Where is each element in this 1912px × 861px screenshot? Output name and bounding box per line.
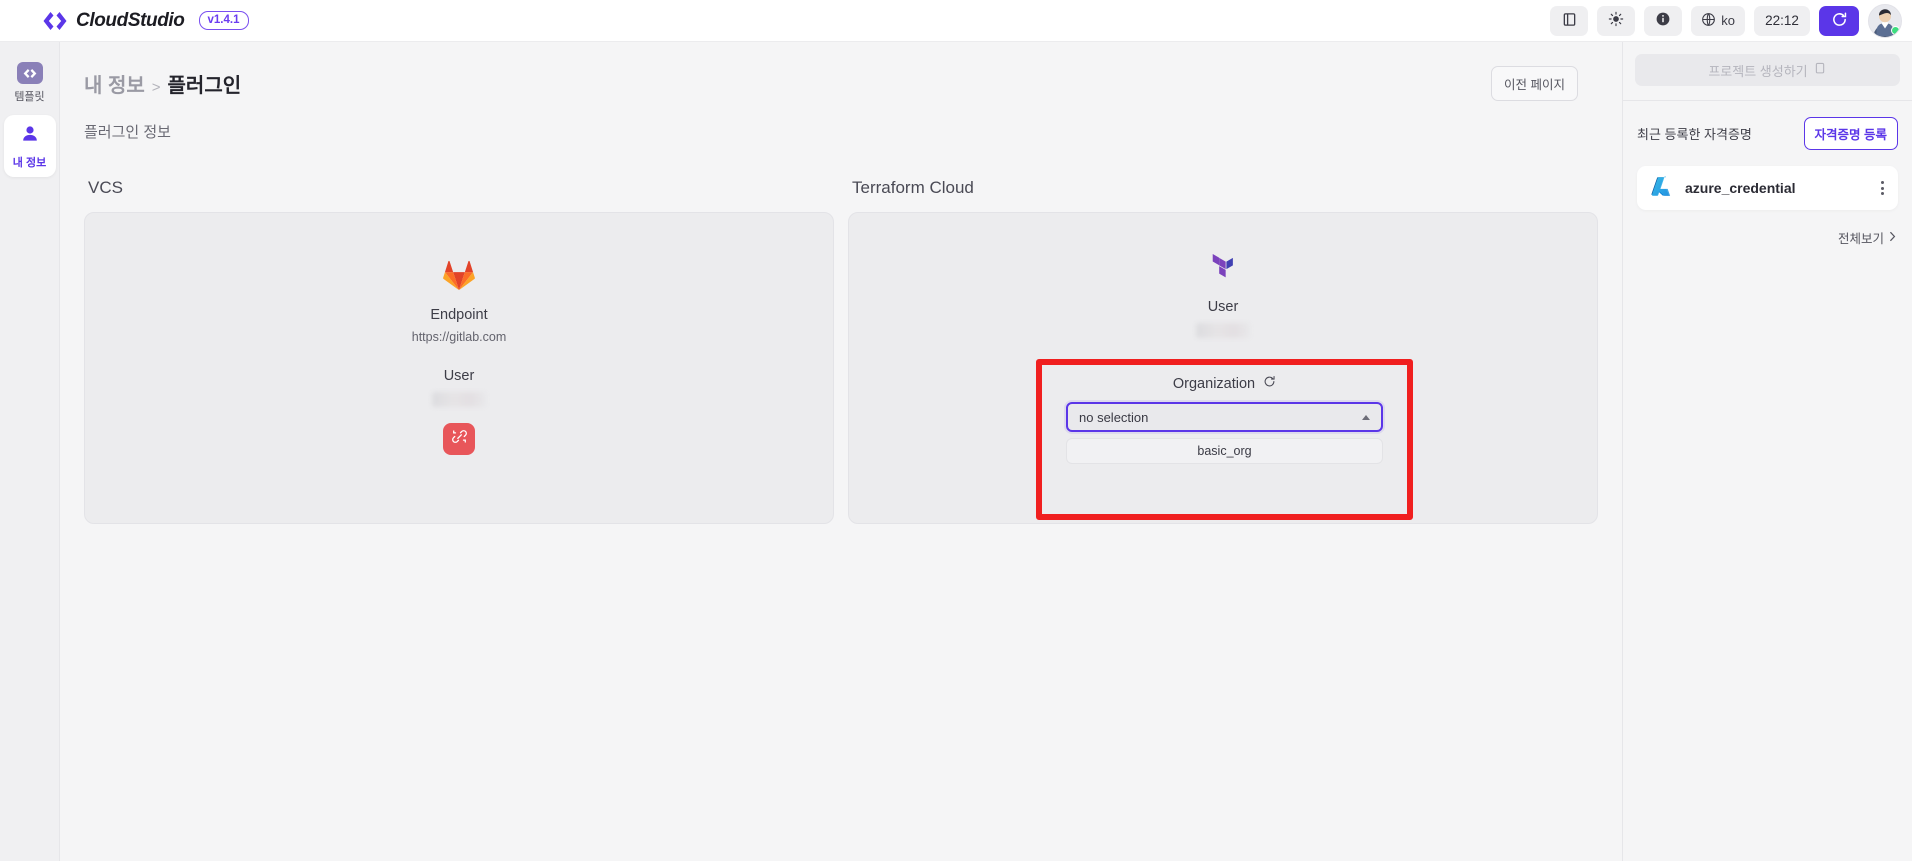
user-icon bbox=[19, 123, 41, 150]
add-credential-button[interactable]: 자격증명 등록 bbox=[1804, 117, 1898, 150]
vcs-endpoint-label: Endpoint bbox=[430, 307, 487, 323]
terraform-section-title: Terraform Cloud bbox=[848, 178, 1598, 198]
vcs-endpoint-value: https://gitlab.com bbox=[412, 330, 507, 344]
brand: CloudStudio v1.4.1 bbox=[42, 10, 249, 32]
sidebar-item-my-info[interactable]: 내 정보 bbox=[4, 115, 56, 177]
previous-page-button[interactable]: 이전 페이지 bbox=[1491, 66, 1578, 101]
breadcrumb-current: 플러그인 bbox=[168, 69, 242, 98]
organization-select-value: no selection bbox=[1079, 410, 1148, 425]
terraform-user-label: User bbox=[1208, 299, 1239, 315]
page-subtitle: 플러그인 정보 bbox=[60, 101, 1622, 142]
info-icon bbox=[1655, 11, 1671, 30]
vcs-card: Endpoint https://gitlab.com User bbox=[84, 212, 834, 524]
credential-list-item[interactable]: azure_credential bbox=[1637, 166, 1898, 210]
create-project-label: 프로젝트 생성하기 bbox=[1708, 61, 1807, 80]
language-selector[interactable]: ko bbox=[1691, 6, 1745, 36]
see-all-credentials-link[interactable]: 전체보기 bbox=[1623, 210, 1912, 247]
sun-icon bbox=[1608, 11, 1624, 30]
credentials-title: 최근 등록한 자격증명 bbox=[1637, 124, 1752, 143]
status-dot bbox=[1891, 26, 1900, 35]
chevron-up-icon bbox=[1362, 415, 1370, 420]
terraform-unlink-button[interactable] bbox=[1209, 466, 1241, 498]
unlink-icon bbox=[1216, 471, 1233, 493]
chevron-right-icon bbox=[1889, 231, 1896, 245]
book-icon bbox=[1562, 12, 1577, 30]
see-all-label: 전체보기 bbox=[1838, 228, 1884, 247]
header-actions: ko 22:12 bbox=[1550, 4, 1902, 38]
vcs-column: VCS Endpoint https://gitlab.com User bbox=[84, 178, 834, 524]
organization-header: Organization bbox=[1173, 375, 1276, 392]
create-project-wrap: 프로젝트 생성하기 bbox=[1623, 42, 1912, 86]
docs-button[interactable] bbox=[1550, 6, 1588, 36]
terraform-user-value-redacted bbox=[1196, 323, 1250, 338]
vcs-section-title: VCS bbox=[84, 178, 834, 198]
organization-select[interactable]: no selection bbox=[1066, 402, 1383, 432]
right-panel: 프로젝트 생성하기 최근 등록한 자격증명 자격증명 등록 bbox=[1622, 42, 1912, 861]
organization-label: Organization bbox=[1173, 376, 1255, 392]
sidebar: 템플릿 내 정보 bbox=[0, 42, 60, 861]
globe-icon bbox=[1701, 12, 1716, 30]
unlink-icon bbox=[451, 428, 468, 450]
gitlab-logo-icon bbox=[443, 257, 475, 293]
refresh-icon[interactable] bbox=[1263, 375, 1276, 392]
breadcrumb-row: 내 정보 > 플러그인 이전 페이지 bbox=[60, 42, 1622, 101]
organization-highlight-box: Organization no selection basic_org bbox=[1036, 359, 1413, 520]
info-button[interactable] bbox=[1644, 6, 1682, 36]
clock-display: 22:12 bbox=[1754, 6, 1810, 36]
plugin-cards: VCS Endpoint https://gitlab.com User bbox=[60, 142, 1622, 524]
copy-icon bbox=[1815, 62, 1827, 78]
credential-more-options-icon[interactable] bbox=[1881, 181, 1884, 195]
theme-toggle-button[interactable] bbox=[1597, 6, 1635, 36]
terraform-logo-icon bbox=[1210, 249, 1237, 285]
vcs-user-label: User bbox=[444, 368, 475, 384]
vcs-user-value-redacted bbox=[432, 392, 486, 407]
terraform-column: Terraform Cloud User Organization bbox=[848, 178, 1598, 524]
code-icon bbox=[17, 62, 43, 84]
cloudstudio-logo-icon bbox=[42, 10, 68, 32]
breadcrumb: 내 정보 > 플러그인 bbox=[84, 69, 241, 98]
vcs-unlink-button[interactable] bbox=[443, 423, 475, 455]
breadcrumb-separator-icon: > bbox=[152, 79, 161, 96]
sidebar-item-templates[interactable]: 템플릿 bbox=[4, 54, 56, 111]
refresh-icon bbox=[1831, 11, 1848, 31]
organization-option-list: basic_org bbox=[1066, 438, 1383, 464]
sidebar-item-label: 내 정보 bbox=[13, 154, 46, 170]
create-project-button[interactable]: 프로젝트 생성하기 bbox=[1635, 54, 1900, 86]
refresh-button[interactable] bbox=[1819, 6, 1859, 36]
version-badge: v1.4.1 bbox=[199, 11, 249, 30]
credential-name: azure_credential bbox=[1685, 180, 1796, 196]
organization-option[interactable]: basic_org bbox=[1066, 438, 1383, 464]
terraform-card: User Organization no selection bbox=[848, 212, 1598, 524]
breadcrumb-parent[interactable]: 내 정보 bbox=[84, 69, 145, 98]
language-label: ko bbox=[1721, 13, 1735, 28]
main-content: 내 정보 > 플러그인 이전 페이지 플러그인 정보 VCS bbox=[60, 42, 1622, 861]
avatar[interactable] bbox=[1868, 4, 1902, 38]
azure-logo-icon bbox=[1651, 176, 1673, 201]
brand-name: CloudStudio bbox=[76, 10, 185, 32]
credentials-header: 최근 등록한 자격증명 자격증명 등록 bbox=[1623, 101, 1912, 150]
sidebar-item-label: 템플릿 bbox=[14, 88, 44, 104]
app-header: CloudStudio v1.4.1 bbox=[0, 0, 1912, 42]
